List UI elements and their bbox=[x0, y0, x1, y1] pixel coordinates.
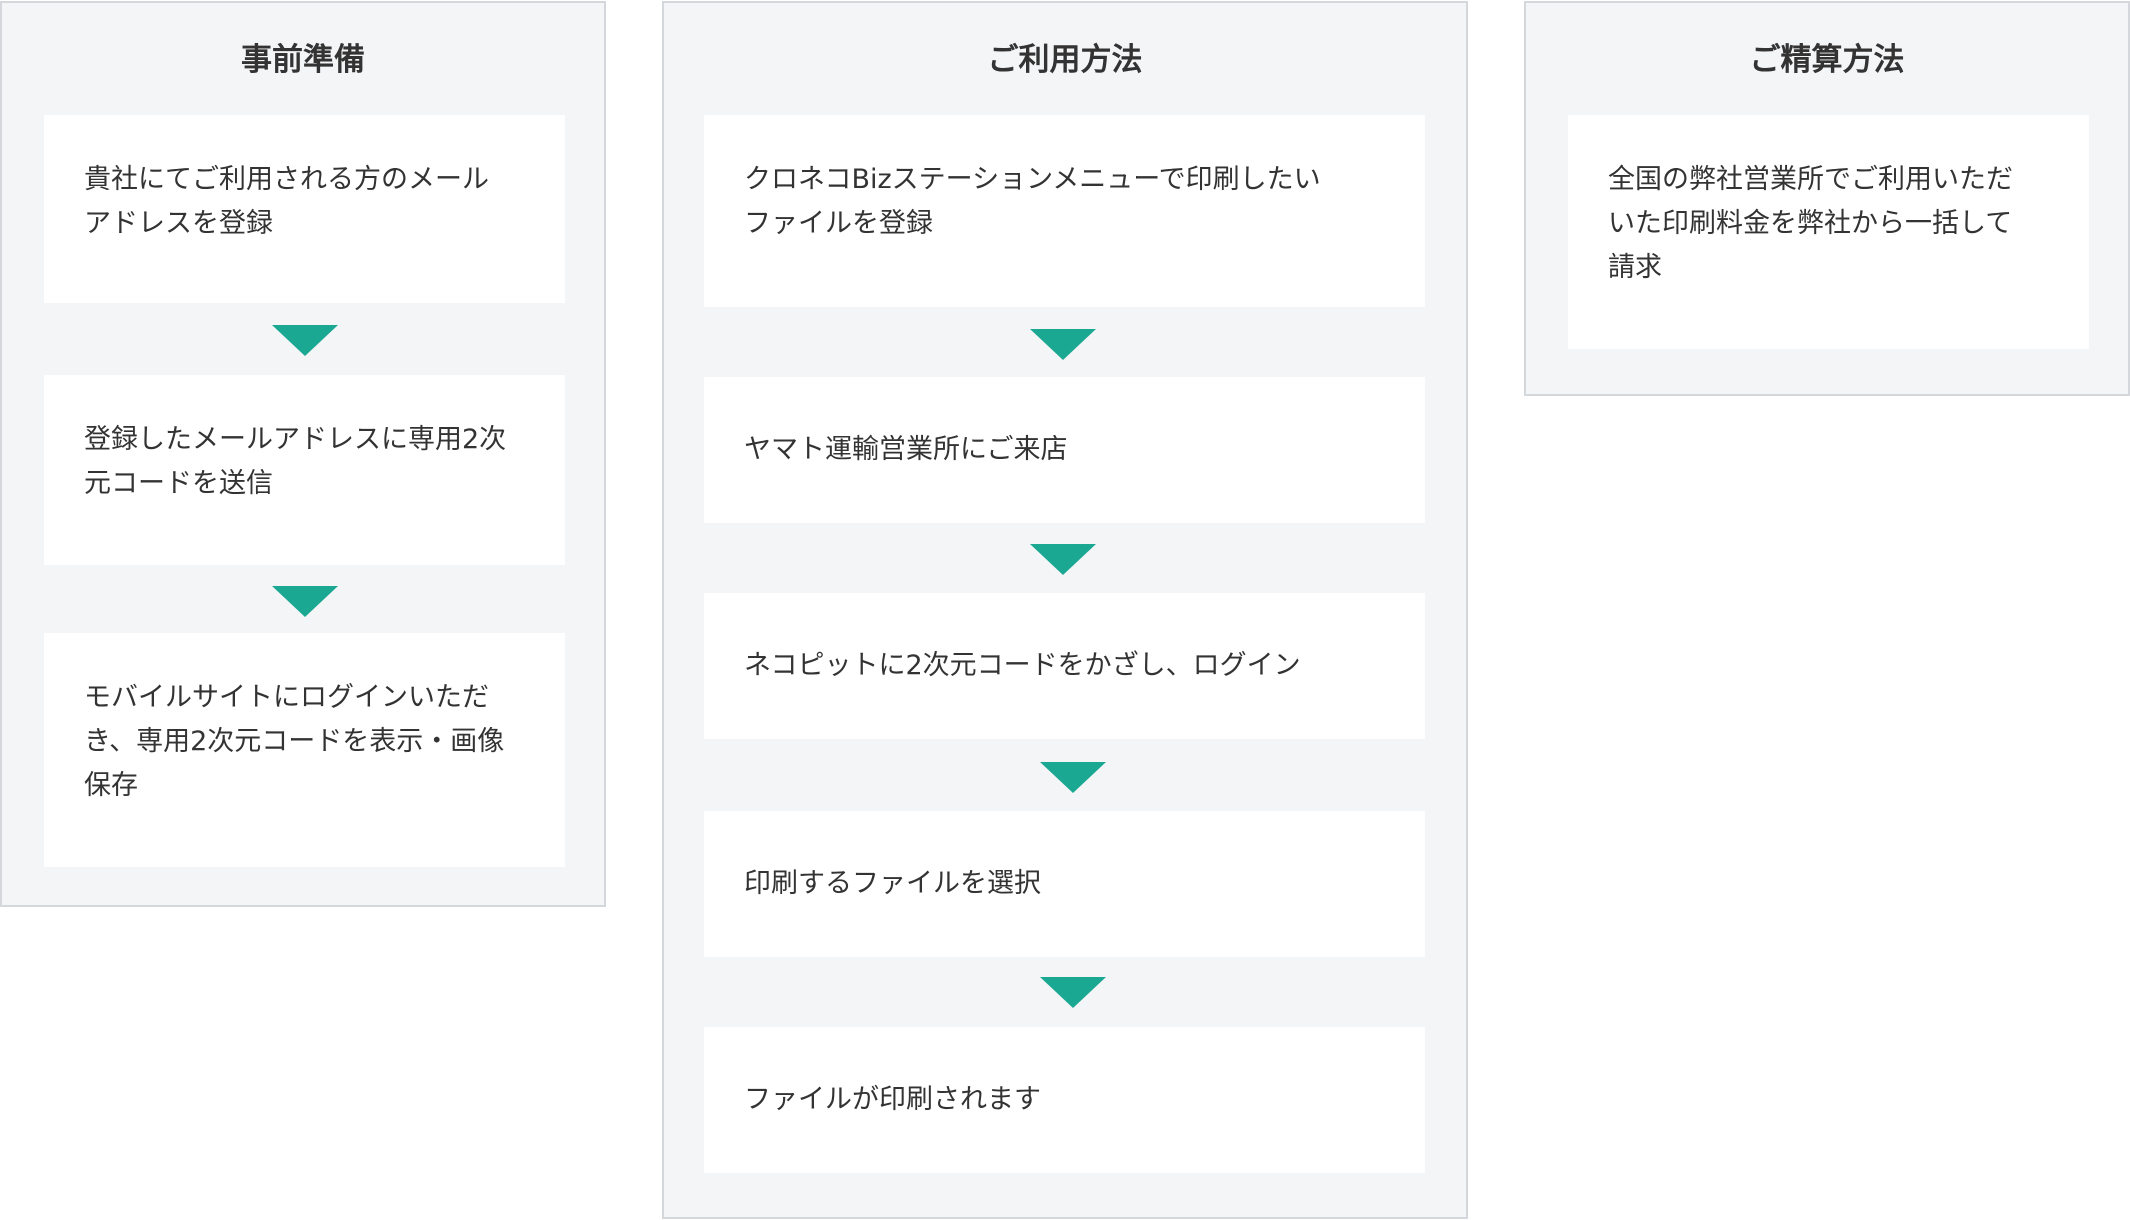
arrow-down-icon bbox=[272, 586, 338, 617]
column-title-settlement: ご精算方法 bbox=[1749, 42, 1905, 78]
step-send-code: 登録したメールアドレスに専用2次 元コードを送信 bbox=[44, 375, 565, 565]
step-scan-code: ネコピットに2次元コードをかざし、ログイン bbox=[704, 593, 1425, 739]
column-title-preparation: 事前準備 bbox=[241, 42, 365, 78]
arrow-down-icon bbox=[1040, 977, 1106, 1008]
arrow-down-icon bbox=[1040, 762, 1106, 793]
column-title-usage: ご利用方法 bbox=[987, 42, 1143, 78]
step-register-file: クロネコBizステーションメニューで印刷したい ファイルを登録 bbox=[704, 115, 1425, 307]
arrow-down-icon bbox=[1030, 329, 1096, 360]
arrow-down-icon bbox=[1030, 544, 1096, 575]
column-preparation: 事前準備 貴社にてご利用される方のメール アドレスを登録 登録したメールアドレス… bbox=[0, 1, 606, 907]
step-print-file: ファイルが印刷されます bbox=[704, 1027, 1425, 1173]
column-settlement: ご精算方法 全国の弊社営業所でご利用いただ いた印刷料金を弊社から一括して 請求 bbox=[1524, 1, 2130, 396]
step-visit-office: ヤマト運輸営業所にご来店 bbox=[704, 377, 1425, 523]
arrow-down-icon bbox=[272, 325, 338, 356]
step-login-mobile: モバイルサイトにログインいただ き、専用2次元コードを表示・画像 保存 bbox=[44, 633, 565, 867]
column-usage: ご利用方法 クロネコBizステーションメニューで印刷したい ファイルを登録 ヤマ… bbox=[662, 1, 1468, 1219]
step-select-file: 印刷するファイルを選択 bbox=[704, 811, 1425, 957]
step-billing: 全国の弊社営業所でご利用いただ いた印刷料金を弊社から一括して 請求 bbox=[1568, 115, 2089, 349]
step-register-email: 貴社にてご利用される方のメール アドレスを登録 bbox=[44, 115, 565, 303]
